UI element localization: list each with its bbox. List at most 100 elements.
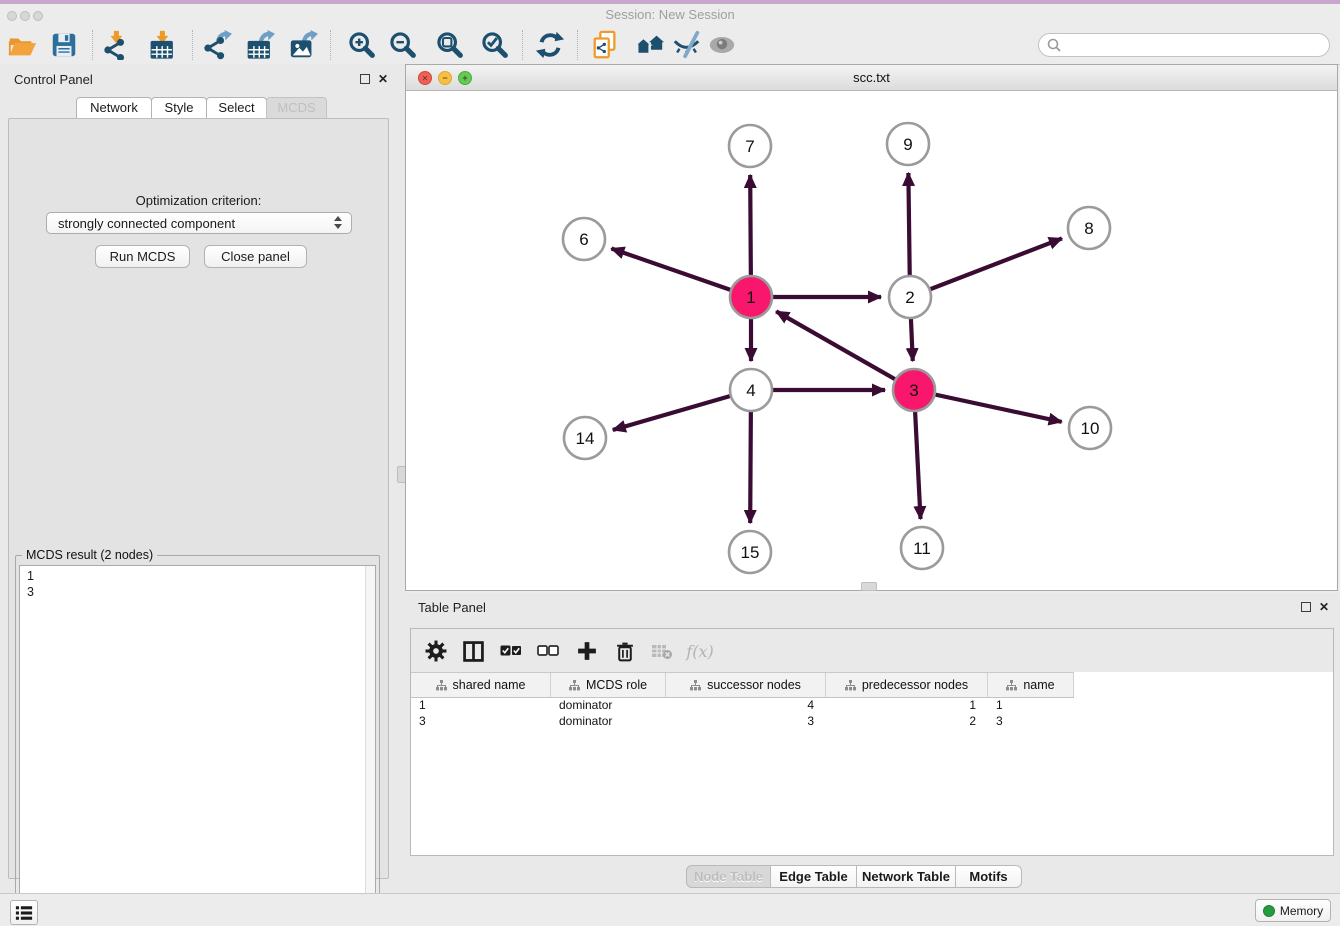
zoom-fit-button[interactable] [433, 28, 467, 62]
delete-row-button[interactable] [612, 638, 638, 664]
clone-network-button[interactable] [588, 28, 622, 62]
table-cell[interactable]: 3 [988, 713, 1074, 729]
main-toolbar [0, 26, 1340, 65]
mcds-result-groupbox: MCDS result (2 nodes) 13 [15, 555, 380, 926]
mcds-result-title: MCDS result (2 nodes) [22, 548, 157, 562]
network-canvas[interactable]: 7 9 6 8 1 2 4 3 14 10 15 11 [406, 90, 1337, 591]
apply-function-button[interactable]: f(x) [687, 638, 713, 664]
column-header-shared-name[interactable]: shared name [411, 673, 551, 697]
graph-node-9[interactable]: 9 [887, 123, 929, 165]
graph-node-3[interactable]: 3 [893, 369, 935, 411]
task-history-button[interactable] [10, 900, 38, 925]
table-float-icon[interactable] [1301, 602, 1311, 612]
control-panel: Control Panel NetworkStyleSelectMCDS Opt… [0, 64, 398, 893]
eye-icon [707, 30, 737, 60]
node-label: 3 [909, 381, 918, 400]
table-cell[interactable]: 4 [666, 697, 826, 713]
export-table-button[interactable] [243, 28, 277, 62]
graph-node-10[interactable]: 10 [1069, 407, 1111, 449]
tab-motifs[interactable]: Motifs [955, 865, 1022, 888]
table-cell[interactable]: 3 [411, 713, 551, 729]
table-cell[interactable]: 1 [988, 697, 1074, 713]
export-image-button[interactable] [286, 28, 320, 62]
session-home-button[interactable] [633, 28, 667, 62]
float-panel-icon[interactable] [360, 74, 370, 84]
table-row[interactable]: 3dominator323 [411, 713, 1333, 729]
tab-style[interactable]: Style [151, 97, 207, 119]
table-close-icon[interactable] [1318, 601, 1330, 613]
delete-table-button[interactable] [649, 638, 675, 664]
graph-edge-3-10[interactable] [914, 390, 1062, 422]
run-mcds-button[interactable]: Run MCDS [95, 245, 190, 268]
memory-button[interactable]: Memory [1255, 899, 1331, 922]
table-cell[interactable]: 1 [411, 697, 551, 713]
node-label: 4 [746, 381, 755, 400]
zoom-selected-button[interactable] [478, 28, 512, 62]
import-network-button[interactable] [99, 28, 133, 62]
table-cell[interactable]: dominator [551, 697, 666, 713]
zoom-out-button[interactable] [386, 28, 420, 62]
column-header-name[interactable]: name [988, 673, 1074, 697]
node-label: 10 [1081, 419, 1100, 438]
close-panel-icon[interactable] [377, 73, 389, 85]
frame-resize-grip[interactable] [861, 582, 877, 591]
graph-node-2[interactable]: 2 [889, 276, 931, 318]
panel-splitter[interactable] [397, 64, 405, 893]
graph-node-8[interactable]: 8 [1068, 207, 1110, 249]
column-header-predecessor-nodes[interactable]: predecessor nodes [826, 673, 988, 697]
table-cell[interactable]: dominator [551, 713, 666, 729]
open-folder-icon [7, 30, 37, 60]
graph-edge-2-8[interactable] [910, 238, 1062, 297]
graph-node-14[interactable]: 14 [564, 417, 606, 459]
tab-mcds[interactable]: MCDS [266, 97, 327, 119]
titlebar: Session: New Session [0, 4, 1340, 26]
tab-network-table[interactable]: Network Table [856, 865, 956, 888]
gear-icon [425, 640, 447, 662]
search-input[interactable] [1065, 35, 1319, 55]
delete-table-icon [651, 642, 673, 660]
refresh-view-button[interactable] [533, 28, 567, 62]
tab-network[interactable]: Network [76, 97, 152, 119]
import-table-button[interactable] [145, 28, 179, 62]
tab-node-table[interactable]: Node Table [686, 865, 771, 888]
preview-eye-button[interactable] [705, 28, 739, 62]
export-network-button[interactable] [200, 28, 234, 62]
graph-node-1[interactable]: 1 [730, 276, 772, 318]
table-cell[interactable]: 2 [826, 713, 988, 729]
mcds-result-text[interactable]: 13 [19, 565, 376, 926]
search-box [1038, 33, 1330, 57]
column-header-label: predecessor nodes [862, 678, 968, 692]
criterion-dropdown[interactable]: strongly connected component [46, 212, 352, 234]
table-settings-button[interactable] [423, 638, 449, 664]
node-label: 8 [1084, 219, 1093, 238]
graph-edge-3-1[interactable] [776, 311, 914, 390]
zoom-fit-icon [435, 30, 465, 60]
select-all-button[interactable] [498, 638, 524, 664]
zoom-selected-icon [480, 30, 510, 60]
memory-button-label: Memory [1280, 904, 1323, 918]
save-session-button[interactable] [47, 28, 81, 62]
graph-node-4[interactable]: 4 [730, 369, 772, 411]
tab-edge-table[interactable]: Edge Table [770, 865, 857, 888]
toggle-hide-button[interactable] [670, 28, 704, 62]
table-cell[interactable]: 3 [666, 713, 826, 729]
close-panel-button[interactable]: Close panel [204, 245, 307, 268]
column-type-icon [845, 680, 856, 691]
show-columns-button[interactable] [460, 638, 486, 664]
zoom-in-button[interactable] [345, 28, 379, 62]
graph-node-11[interactable]: 11 [901, 527, 943, 569]
table-row[interactable]: 1dominator411 [411, 697, 1333, 713]
open-session-button[interactable] [5, 28, 39, 62]
result-scrollbar[interactable] [365, 566, 375, 925]
graph-node-7[interactable]: 7 [729, 125, 771, 167]
column-header-successor-nodes[interactable]: successor nodes [666, 673, 826, 697]
add-row-button[interactable] [574, 638, 600, 664]
table-cell[interactable]: 1 [826, 697, 988, 713]
column-header-label: name [1023, 678, 1054, 692]
toolbar-separator [330, 30, 331, 60]
column-header-mcds-role[interactable]: MCDS role [551, 673, 666, 697]
graph-node-15[interactable]: 15 [729, 531, 771, 573]
tab-select[interactable]: Select [206, 97, 267, 119]
graph-node-6[interactable]: 6 [563, 218, 605, 260]
clear-selection-button[interactable] [535, 638, 561, 664]
